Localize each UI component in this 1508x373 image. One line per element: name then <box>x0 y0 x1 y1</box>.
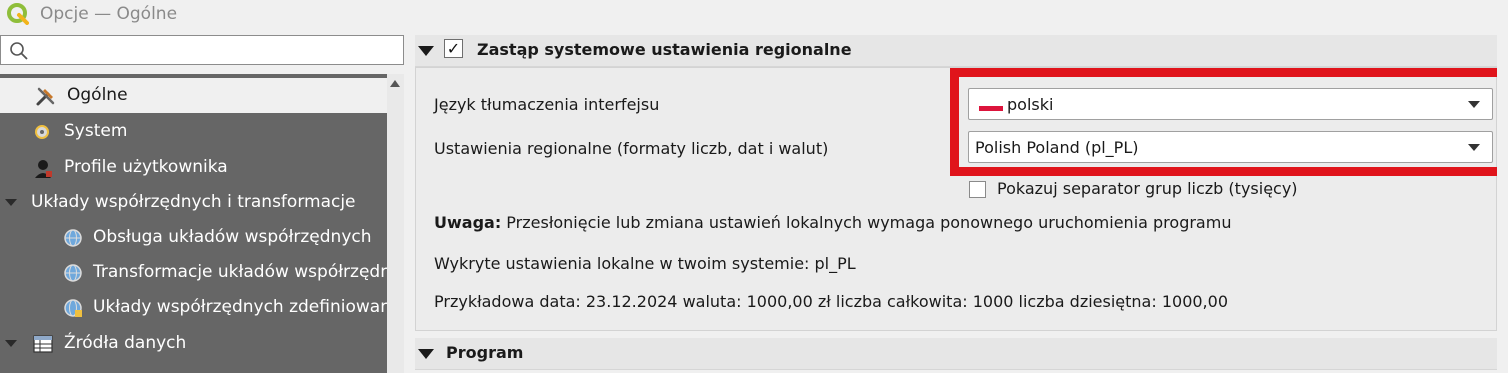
sidebar-scrollbar[interactable] <box>387 74 404 373</box>
locale-group-header[interactable]: ✓ Zastąp systemowe ustawienia regionalne <box>415 35 1497 67</box>
scroll-up-arrow-icon[interactable] <box>390 80 400 87</box>
region-combobox[interactable]: Polish Poland (pl_PL) <box>968 131 1493 163</box>
group-separator-label: Pokazuj separator grup liczb (tysięcy) <box>997 179 1298 198</box>
window-title: Opcje — Ogólne <box>40 4 178 24</box>
user-profile-icon <box>35 160 52 178</box>
expand-arrow-icon[interactable] <box>5 340 17 347</box>
qgis-logo-icon <box>7 3 29 25</box>
region-label: Ustawienia regionalne (formaty liczb, da… <box>434 139 829 158</box>
globe-transform-icon <box>64 264 82 282</box>
title-bar: Opcje — Ogólne <box>0 0 1508 30</box>
globe-user-icon <box>64 299 82 317</box>
sample-format-text: Przykładowa data: 23.12.2024 waluta: 100… <box>434 292 1228 311</box>
sidebar-item-crs-transformations[interactable]: Układy współrzędnych i transformacje <box>0 185 387 220</box>
note-text: Przesłonięcie lub zmiana ustawień lokaln… <box>501 213 1232 232</box>
sidebar-item-data-sources[interactable]: Źródła danych <box>0 326 387 361</box>
locale-group-title: Zastąp systemowe ustawienia regionalne <box>477 40 852 59</box>
restart-note: Uwaga: Przesłonięcie lub zmiana ustawień… <box>434 213 1231 232</box>
collapse-arrow-icon[interactable] <box>418 349 434 359</box>
sidebar-item-crs-handling[interactable]: Obsługa układów współrzędnych <box>0 220 387 255</box>
sidebar-item-user-profiles[interactable]: Profile użytkownika <box>0 150 387 185</box>
search-icon <box>10 42 28 60</box>
sidebar-item-general[interactable]: Ogólne <box>0 78 387 113</box>
dropdown-arrow-icon <box>1468 144 1480 151</box>
sidebar-item-label: Układy współrzędnych zdefiniowane <box>93 297 387 317</box>
tools-icon <box>36 87 55 106</box>
detected-locale-text: Wykryte ustawienia lokalne w twoim syste… <box>434 254 856 273</box>
language-value: polski <box>1007 95 1054 114</box>
sidebar-item-label: Profile użytkownika <box>64 157 228 177</box>
poland-flag-icon <box>979 101 1003 111</box>
sidebar-item-label: Układy współrzędnych i transformacje <box>31 192 356 212</box>
table-icon <box>33 335 53 353</box>
globe-icon <box>64 229 82 247</box>
note-bold: Uwaga: <box>434 213 502 232</box>
system-gear-icon <box>35 125 49 139</box>
sidebar-item-label: Obsługa układów współrzędnych <box>93 227 372 247</box>
override-locale-checkbox[interactable]: ✓ <box>444 39 463 58</box>
language-combobox[interactable]: polski <box>968 88 1493 120</box>
expand-arrow-icon[interactable] <box>5 199 17 206</box>
search-box[interactable] <box>0 35 404 65</box>
sidebar-item-user-defined-crs[interactable]: Układy współrzędnych zdefiniowane <box>0 290 387 325</box>
options-tree: Ogólne System Profile użytkownika Układy… <box>0 74 387 373</box>
sidebar-item-label: Źródła danych <box>64 333 187 353</box>
dropdown-arrow-icon <box>1468 101 1480 108</box>
sidebar-item-label: System <box>64 121 128 141</box>
program-group-header[interactable]: Program <box>415 338 1497 370</box>
language-label: Język tłumaczenia interfejsu <box>434 95 660 114</box>
main-scrollbar[interactable] <box>1497 35 1508 373</box>
region-value: Polish Poland (pl_PL) <box>975 138 1139 157</box>
sidebar-item-label: Ogólne <box>67 85 128 105</box>
sidebar-item-label: Transformacje układów współrzędnych <box>93 262 387 282</box>
sidebar-item-system[interactable]: System <box>0 114 387 149</box>
search-input[interactable] <box>35 39 399 63</box>
group-separator-checkbox[interactable] <box>969 181 986 198</box>
collapse-arrow-icon[interactable] <box>418 46 434 56</box>
program-group-title: Program <box>446 343 524 362</box>
sidebar-item-crs-transformations-settings[interactable]: Transformacje układów współrzędnych <box>0 255 387 290</box>
